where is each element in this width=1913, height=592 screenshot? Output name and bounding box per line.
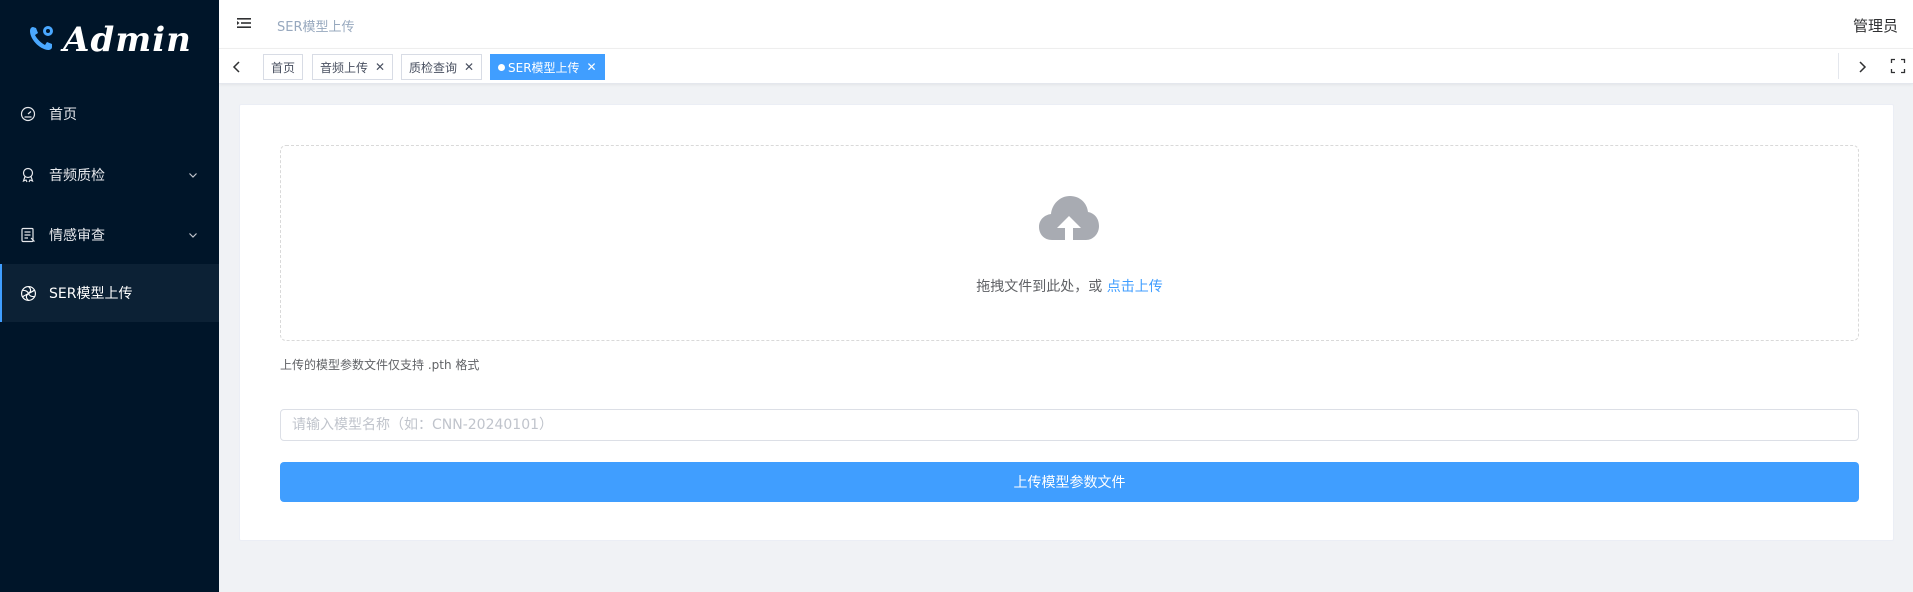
tag-audio-upload[interactable]: 音频上传 ✕ bbox=[312, 54, 394, 80]
breadcrumb: SER模型上传 bbox=[277, 20, 355, 35]
close-icon[interactable]: ✕ bbox=[375, 61, 385, 73]
openai-icon bbox=[19, 284, 37, 302]
tag-qc-query[interactable]: 质检查询 ✕ bbox=[401, 54, 483, 80]
menu-toggle-icon[interactable] bbox=[236, 15, 252, 35]
award-icon bbox=[19, 166, 37, 184]
dashboard-icon bbox=[19, 105, 37, 123]
tag-label: 质检查询 bbox=[409, 60, 458, 75]
upload-dropzone[interactable]: 拖拽文件到此处，或 点击上传 bbox=[280, 145, 1859, 341]
active-dot-icon bbox=[498, 63, 505, 71]
logo-text: Admin bbox=[63, 20, 192, 60]
user-menu[interactable]: 管理员 bbox=[1853, 15, 1898, 36]
top-header: SER模型上传 管理员 bbox=[219, 0, 1913, 49]
divider bbox=[1838, 53, 1839, 79]
document-icon bbox=[19, 226, 37, 244]
drop-hint: 拖拽文件到此处，或 bbox=[976, 279, 1103, 295]
sidebar: Admin 首页 音频质检 情感审查 SER模型上传 bbox=[0, 0, 219, 592]
model-name-input[interactable] bbox=[280, 409, 1859, 441]
fullscreen-icon[interactable] bbox=[1890, 58, 1906, 78]
sidebar-item-home[interactable]: 首页 bbox=[0, 85, 219, 143]
close-icon[interactable]: ✕ bbox=[464, 61, 474, 73]
chevron-right-icon[interactable] bbox=[1856, 59, 1868, 78]
sidebar-item-ser-upload[interactable]: SER模型上传 bbox=[0, 264, 219, 322]
sidebar-item-audio-qc[interactable]: 音频质检 bbox=[0, 146, 219, 204]
cloud-upload-icon bbox=[1038, 194, 1100, 248]
close-icon[interactable]: ✕ bbox=[587, 61, 597, 73]
tag-label: 首页 bbox=[271, 60, 296, 75]
sidebar-item-label: SER模型上传 bbox=[49, 286, 133, 302]
dropzone-text: 拖拽文件到此处，或 点击上传 bbox=[281, 276, 1858, 296]
tag-label: 音频上传 bbox=[320, 60, 369, 75]
upload-model-button[interactable]: 上传模型参数文件 bbox=[280, 462, 1859, 502]
sidebar-item-label: 情感审查 bbox=[49, 228, 105, 244]
upload-card: 拖拽文件到此处，或 点击上传 上传的模型参数文件仅支持 .pth 格式 上传模型… bbox=[239, 104, 1894, 541]
tag-ser-upload[interactable]: SER模型上传 ✕ bbox=[490, 54, 605, 80]
chevron-down-icon bbox=[188, 228, 198, 244]
logo[interactable]: Admin bbox=[0, 0, 219, 80]
sidebar-item-emotion-review[interactable]: 情感审查 bbox=[0, 206, 219, 264]
tags-view: 首页 音频上传 ✕ 质检查询 ✕ SER模型上传 ✕ bbox=[219, 49, 1913, 84]
click-upload-link[interactable]: 点击上传 bbox=[1107, 279, 1163, 295]
tag-home[interactable]: 首页 bbox=[263, 54, 304, 80]
chevron-down-icon bbox=[188, 168, 198, 184]
sidebar-item-label: 音频质检 bbox=[49, 168, 105, 184]
tag-label: SER模型上传 bbox=[508, 60, 580, 75]
phone-gear-icon bbox=[27, 23, 57, 57]
chevron-left-icon[interactable] bbox=[231, 59, 243, 78]
sidebar-item-label: 首页 bbox=[49, 107, 77, 123]
upload-tip: 上传的模型参数文件仅支持 .pth 格式 bbox=[280, 358, 480, 372]
